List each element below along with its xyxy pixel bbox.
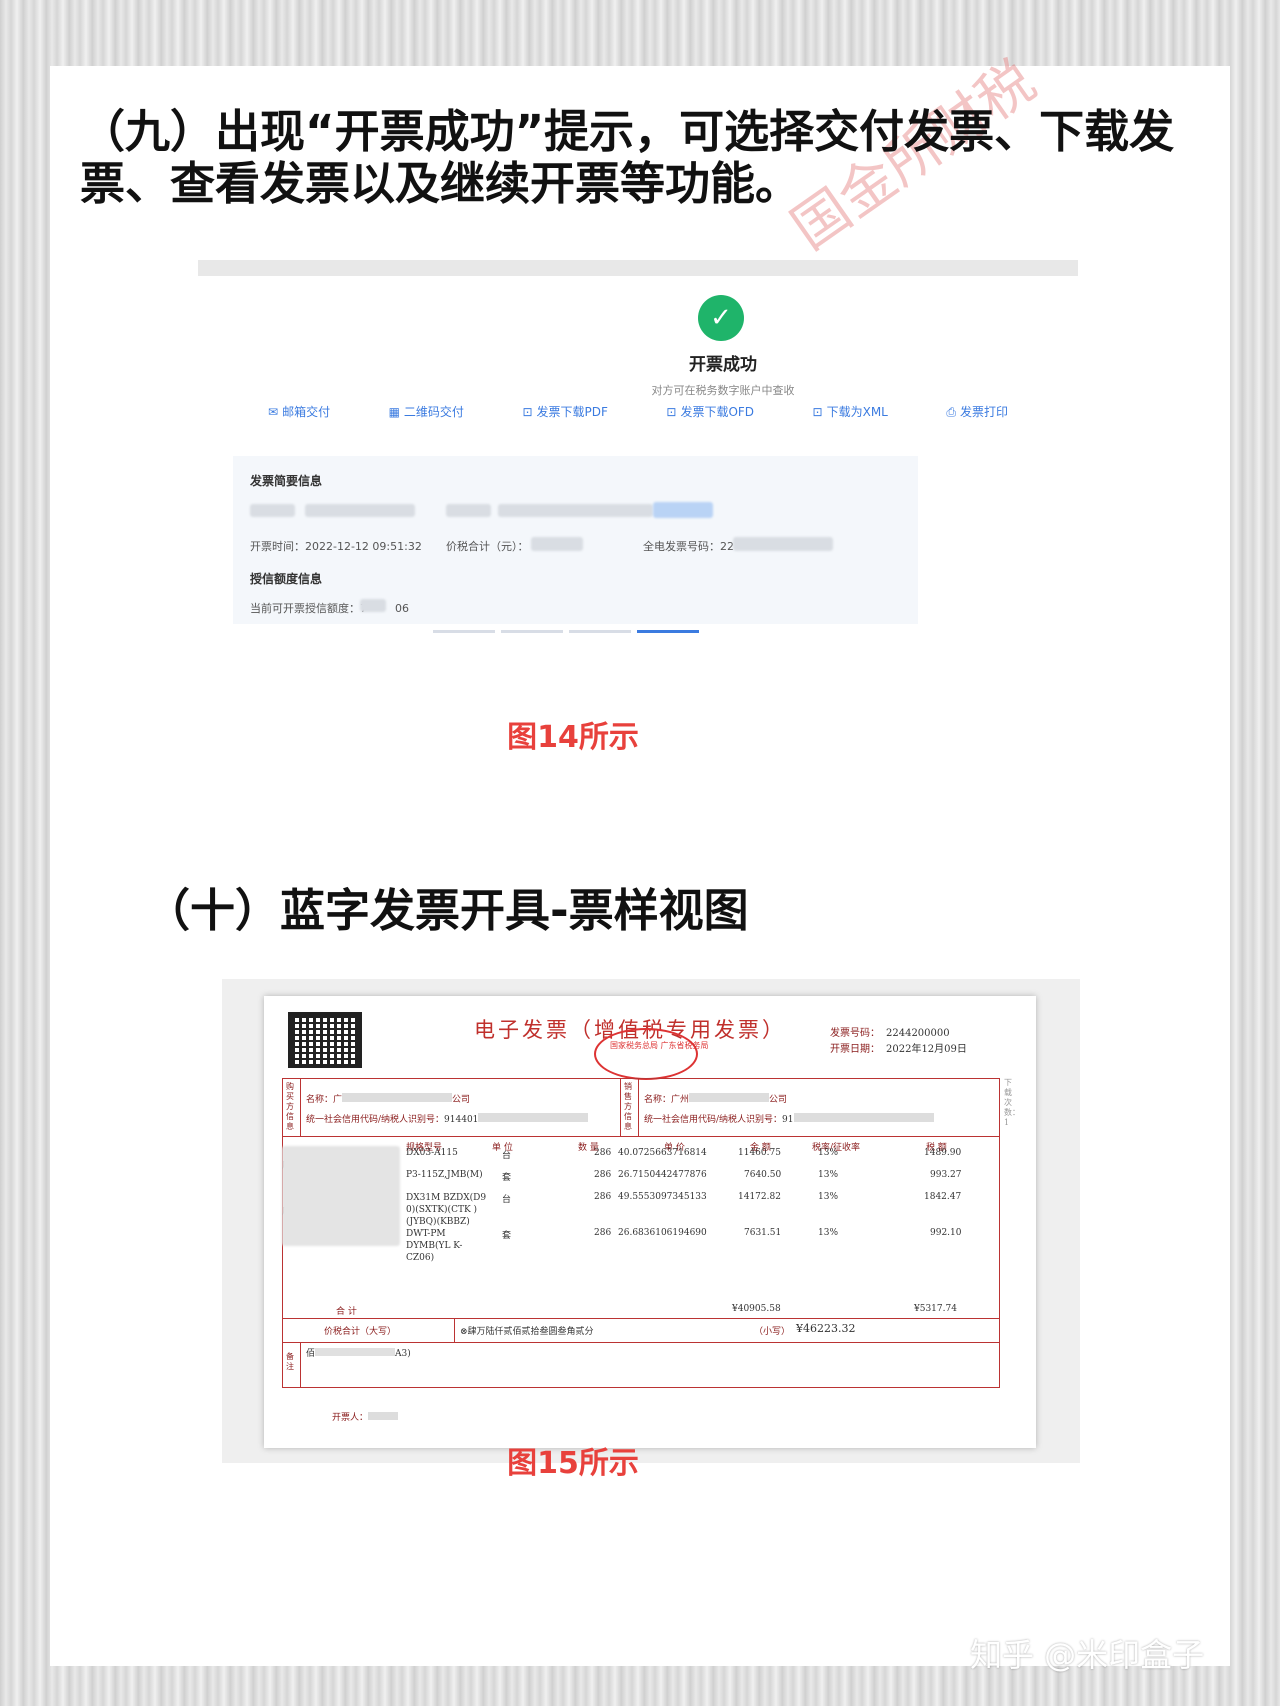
download-pdf-button[interactable]: ⊡ 发票下载PDF: [522, 403, 607, 420]
invoice-summary-panel: 发票简要信息 开票时间：2022-12-12 09:51:32 价税合计（元）：…: [233, 456, 918, 624]
section-heading-9: （九）出现“开票成功”提示，可选择交付发票、下载发票、查看发票以及继续开票等功能…: [80, 105, 1175, 210]
tab-button[interactable]: [569, 630, 631, 633]
issue-time: 开票时间：2022-12-12 09:51:32: [250, 540, 422, 553]
buyer-name: 名称：广 公司: [306, 1093, 471, 1105]
total-small: ¥46223.32: [796, 1322, 856, 1335]
tax-seal: [594, 1028, 698, 1080]
redacted-field: [531, 537, 583, 551]
qrcode-icon: [288, 1012, 362, 1068]
redacted-field: [305, 504, 415, 517]
issuer: 开票人：: [332, 1410, 399, 1423]
divider: [282, 1136, 1000, 1137]
buyer-tax-id: 统一社会信用代码/纳税人识别号：914401: [306, 1112, 589, 1125]
button-row: [433, 630, 703, 636]
download-icon: ⊡: [522, 405, 533, 419]
download-icon: ⊡: [666, 405, 677, 419]
figure-caption-15: 图15所示: [507, 1446, 639, 1481]
top-bar: [198, 260, 1078, 276]
tab-button[interactable]: [501, 630, 563, 633]
redacted-field: [360, 599, 386, 612]
delivery-actions: ✉ 邮箱交付 ▦ 二维码交付 ⊡ 发票下载PDF ⊡ 发票下载OFD ⊡ 下载为XML ⎙…: [268, 403, 1008, 420]
divider: [638, 1078, 639, 1136]
total-words: ⊗肆万陆仟贰佰贰拾叁圆叁角贰分: [460, 1327, 594, 1337]
success-title: 开票成功: [689, 355, 757, 375]
invoice-success-screenshot: ✓ 开票成功 对方可在税务数字账户中查收 ✉ 邮箱交付 ▦ 二维码交付 ⊡ 发票下载P…: [198, 260, 1078, 680]
divider: [300, 1078, 301, 1136]
credit-title: 授信额度信息: [250, 572, 323, 586]
redacted-field: [446, 504, 491, 517]
section-heading-10: （十）蓝字发票开具-票样视图: [145, 884, 749, 937]
download-icon: ⊡: [812, 405, 823, 419]
redacted-field: [498, 504, 653, 517]
tab-button[interactable]: [433, 630, 495, 633]
remark: 佰 A3): [306, 1348, 411, 1359]
divider: [454, 1318, 455, 1342]
seller-side-label: 销售方信息: [624, 1082, 632, 1131]
total-words-label: 价税合计（大写）: [324, 1327, 397, 1337]
total-amount: 价税合计（元）：: [446, 540, 529, 553]
seal-text: 国家税务总局 广东省税务局: [610, 1041, 709, 1050]
redacted-field: [653, 502, 713, 518]
print-icon: ⎙: [946, 405, 956, 419]
qrcode-icon: ▦: [388, 405, 400, 419]
divider: [282, 1318, 1000, 1319]
redacted-field: [733, 537, 833, 551]
email-delivery-button[interactable]: ✉ 邮箱交付: [268, 403, 330, 420]
download-count: 下载次数：1: [1004, 1078, 1020, 1127]
check-icon: ✓: [698, 295, 744, 341]
download-ofd-button[interactable]: ⊡ 发票下载OFD: [666, 403, 754, 420]
figure-caption-14: 图14所示: [507, 720, 639, 755]
download-xml-button[interactable]: ⊡ 下载为XML: [813, 403, 888, 420]
sum-tax: ¥5317.74: [914, 1304, 957, 1314]
invoice-number: 全电发票号码：22: [643, 540, 734, 553]
seller-tax-id: 统一社会信用代码/纳税人识别号：91: [644, 1112, 934, 1125]
invoice-preview-screenshot: 电子发票（增值税专用发票） 国家税务总局 广东省税务局 发票号码： 2244200…: [222, 979, 1080, 1463]
success-subtitle: 对方可在税务数字账户中查收: [651, 384, 795, 397]
total-small-label: （小写）: [754, 1327, 791, 1337]
e-invoice: 电子发票（增值税专用发票） 国家税务总局 广东省税务局 发票号码： 2244200…: [264, 996, 1036, 1448]
invoice-number: 发票号码： 2244200000: [830, 1028, 950, 1039]
seller-name: 名称：广州 公司: [644, 1093, 788, 1105]
invoice-date: 开票日期： 2022年12月09日: [830, 1044, 967, 1055]
sum-amount: ¥40905.58: [732, 1304, 781, 1314]
buyer-side-label: 购买方信息: [286, 1082, 294, 1131]
divider: [300, 1342, 301, 1388]
print-button[interactable]: ⎙ 发票打印: [946, 403, 1008, 420]
redacted-field: [282, 1146, 400, 1246]
redacted-field: [250, 504, 295, 517]
zhihu-watermark: 知乎 @米印盒子: [970, 1636, 1205, 1674]
divider: [620, 1078, 621, 1136]
sum-label: 合 计: [336, 1307, 357, 1317]
qrcode-delivery-button[interactable]: ▦ 二维码交付: [389, 403, 464, 420]
summary-title: 发票简要信息: [250, 474, 323, 488]
mail-icon: ✉: [268, 405, 279, 419]
divider: [282, 1342, 1000, 1343]
remark-label: 备注: [286, 1352, 294, 1371]
document-page: 国金所财税 （九）出现“开票成功”提示，可选择交付发票、下载发票、查看发票以及继…: [50, 49, 1230, 1666]
tab-button-active[interactable]: [637, 630, 699, 633]
